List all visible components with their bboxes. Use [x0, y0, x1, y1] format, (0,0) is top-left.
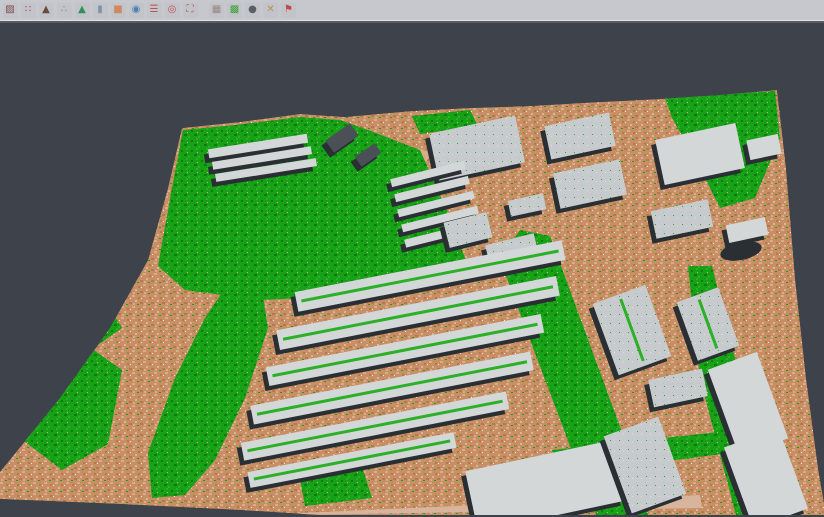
layers-icon[interactable]: ☰ — [147, 3, 162, 18]
viewport-3d[interactable] — [0, 21, 824, 517]
circle-selection-icon[interactable]: ◎ — [165, 3, 180, 18]
classify-points-icon[interactable]: ∷ — [21, 3, 36, 18]
point-cloud-scene — [0, 21, 824, 515]
globe-icon[interactable]: ◉ — [129, 3, 144, 18]
rectangle-selection-icon[interactable]: ⛶ — [183, 3, 198, 18]
mesh-icon[interactable]: ● — [245, 3, 260, 18]
profile-icon[interactable]: ▮ — [93, 3, 108, 18]
point-cloud-icon[interactable]: ∴ — [57, 3, 72, 18]
dem-icon[interactable]: ▲ — [75, 3, 90, 18]
classification-view-icon[interactable]: ▩ — [227, 3, 242, 18]
terrain-icon[interactable]: ▲ — [39, 3, 54, 18]
application-window: ▨∷▲∴▲▮■◉☰◎⛶▦▩●✕⚑ — [0, 0, 824, 517]
flag-icon[interactable]: ⚑ — [281, 3, 296, 18]
toolbar: ▨∷▲∴▲▮■◉☰◎⛶▦▩●✕⚑ — [0, 0, 824, 21]
delete-class-icon[interactable]: ✕ — [263, 3, 278, 18]
grid-icon[interactable]: ▦ — [209, 3, 224, 18]
orthophoto-icon[interactable]: ■ — [111, 3, 126, 18]
crop-icon[interactable]: ▨ — [3, 3, 18, 18]
